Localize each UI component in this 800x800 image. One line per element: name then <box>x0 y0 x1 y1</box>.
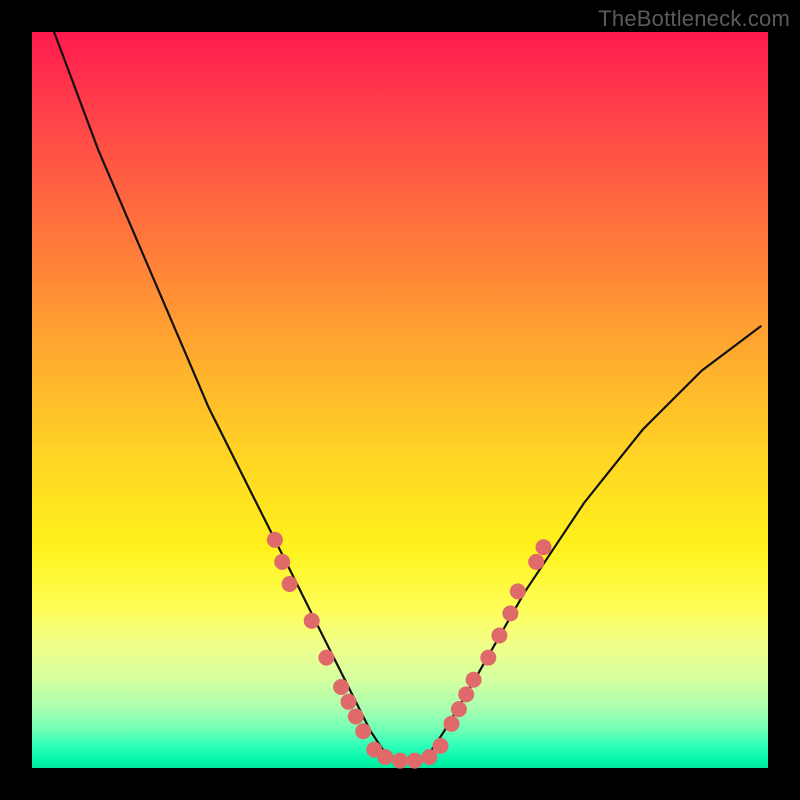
bead-marker <box>502 605 518 621</box>
bead-marker <box>480 650 496 666</box>
plot-area <box>32 32 768 768</box>
bead-marker <box>433 738 449 754</box>
bead-marker <box>377 749 393 765</box>
bead-marker <box>267 532 283 548</box>
bead-marker <box>355 723 371 739</box>
bead-marker <box>451 701 467 717</box>
chart-stage: TheBottleneck.com <box>0 0 800 800</box>
watermark-text: TheBottleneck.com <box>598 6 790 32</box>
bead-marker <box>274 554 290 570</box>
bead-marker <box>304 613 320 629</box>
bead-marker <box>458 686 474 702</box>
bead-marker <box>407 753 423 769</box>
bead-marker <box>318 650 334 666</box>
curve-beads <box>267 532 552 769</box>
bead-marker <box>444 716 460 732</box>
curve-svg <box>32 32 768 768</box>
bead-marker <box>333 679 349 695</box>
bead-marker <box>282 576 298 592</box>
bead-marker <box>341 694 357 710</box>
bead-marker <box>392 753 408 769</box>
bead-marker <box>491 628 507 644</box>
bead-marker <box>510 583 526 599</box>
bead-marker <box>348 709 364 725</box>
bead-marker <box>528 554 544 570</box>
bead-marker <box>536 539 552 555</box>
bead-marker <box>466 672 482 688</box>
bottleneck-curve <box>54 32 761 761</box>
